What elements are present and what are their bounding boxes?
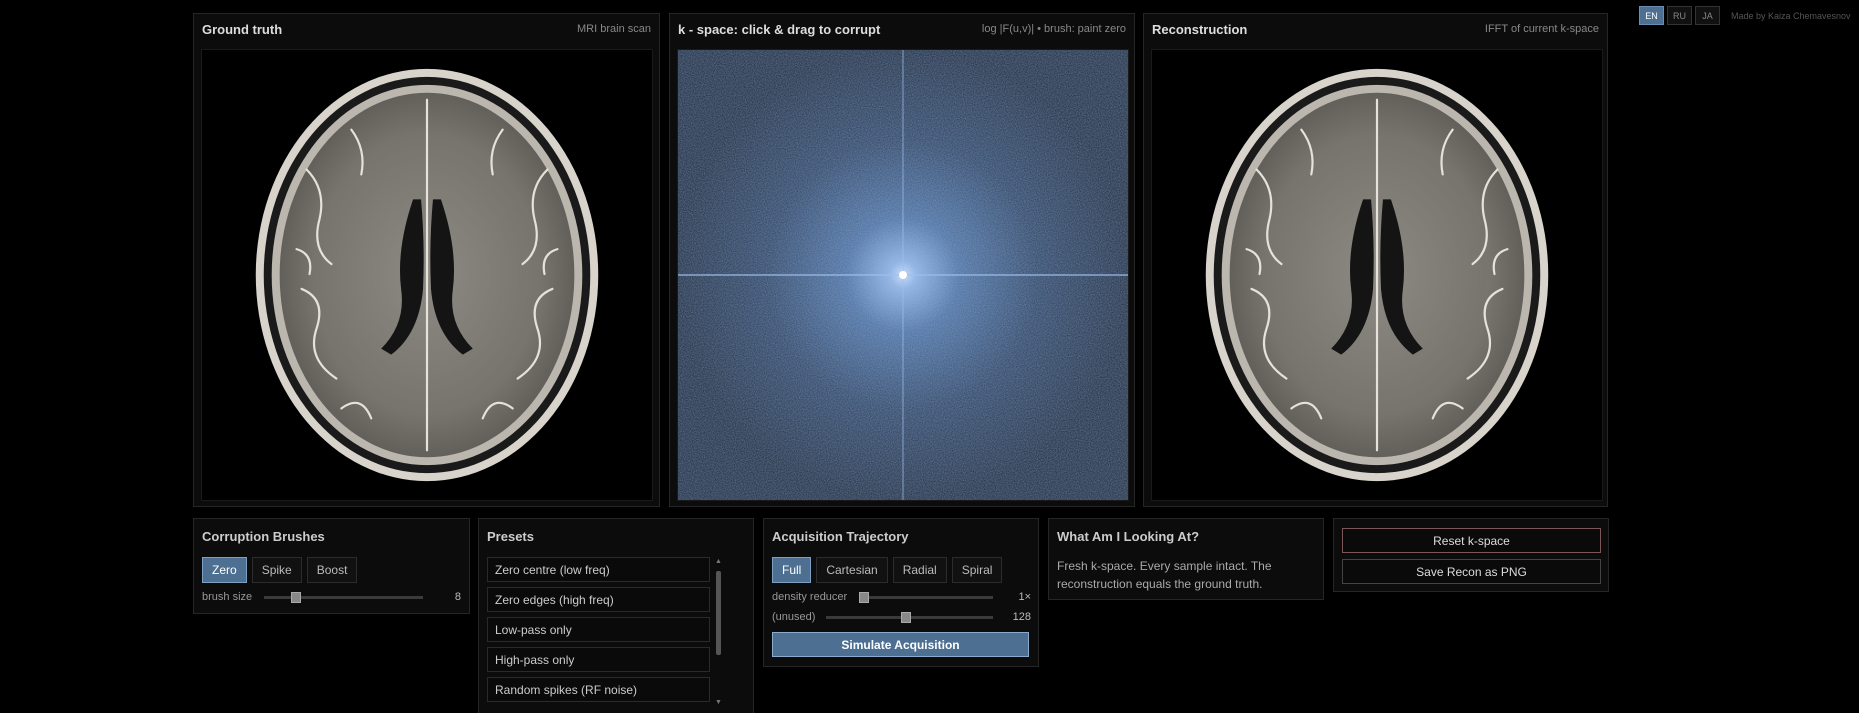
trajectory-cartesian-button[interactable]: Cartesian — [816, 557, 888, 583]
unused-row: (unused) 128 — [772, 611, 1031, 623]
unused-label: (unused) — [772, 611, 816, 623]
ground-truth-subtitle: MRI brain scan — [577, 23, 651, 35]
density-label: density reducer — [772, 591, 848, 603]
info-panel: What Am I Looking At? Fresh k-space. Eve… — [1048, 518, 1324, 600]
brush-size-row: brush size 8 — [202, 591, 461, 603]
brush-boost-button[interactable]: Boost — [306, 557, 358, 583]
kspace-panel: k - space: click & drag to corrupt log |… — [669, 13, 1135, 507]
preset-high-pass[interactable]: High-pass only — [487, 647, 710, 672]
preset-zero-centre[interactable]: Zero centre (low freq) — [487, 557, 710, 582]
reset-kspace-button[interactable]: Reset k-space — [1342, 528, 1601, 553]
kspace-title: k - space: click & drag to corrupt — [678, 21, 881, 37]
lang-ru-button[interactable]: RU — [1667, 6, 1692, 25]
info-title: What Am I Looking At? — [1057, 529, 1200, 544]
brush-size-value: 8 — [454, 591, 461, 603]
ground-truth-title: Ground truth — [202, 21, 283, 37]
reconstruction-subtitle: IFFT of current k-space — [1484, 23, 1599, 35]
density-value: 1× — [1018, 591, 1031, 603]
trajectory-spiral-button[interactable]: Spiral — [951, 557, 1003, 583]
preset-scrollbar[interactable]: ▲ ▼ — [714, 557, 723, 707]
ground-truth-panel: Ground truth MRI brain scan — [193, 13, 660, 507]
scroll-down-arrow-icon[interactable]: ▼ — [714, 698, 723, 707]
language-bar: EN RU JA Made by Kaiza Chemavesnov — [1639, 6, 1851, 25]
acquisition-panel: Acquisition Trajectory Full Cartesian Ra… — [763, 518, 1039, 667]
density-thumb[interactable] — [859, 591, 869, 603]
reconstruction-title: Reconstruction — [1152, 21, 1248, 37]
save-recon-button[interactable]: Save Recon as PNG — [1342, 559, 1601, 584]
lang-ja-button[interactable]: JA — [1695, 6, 1720, 25]
acquisition-title: Acquisition Trajectory — [772, 529, 909, 544]
brush-selector: Zero Spike Boost — [202, 557, 358, 583]
simulate-acquisition-button[interactable]: Simulate Acquisition — [772, 632, 1029, 657]
reconstruction-panel: Reconstruction IFFT of current k-space — [1143, 13, 1608, 507]
kspace-spectrum-image[interactable] — [678, 50, 1128, 500]
info-text: Fresh k-space. Every sample intact. The … — [1057, 559, 1272, 591]
brush-zero-button[interactable]: Zero — [202, 557, 247, 583]
reconstructed-brain-image — [1152, 50, 1602, 500]
density-slider[interactable] — [859, 591, 993, 603]
scroll-up-arrow-icon[interactable]: ▲ — [714, 557, 723, 566]
unused-value: 128 — [1012, 611, 1031, 623]
reconstruction-image — [1151, 49, 1603, 501]
trajectory-full-button[interactable]: Full — [772, 557, 812, 583]
lang-en-button[interactable]: EN — [1639, 6, 1664, 25]
trajectory-selector: Full Cartesian Radial Spiral — [772, 557, 1003, 583]
brain-scan-image — [202, 50, 652, 500]
brush-size-thumb[interactable] — [290, 591, 301, 603]
ground-truth-image — [201, 49, 653, 501]
brush-size-label: brush size — [202, 591, 253, 603]
density-row: density reducer 1× — [772, 591, 1031, 603]
credit-text: Made by Kaiza Chemavesnov — [1731, 10, 1851, 21]
preset-zero-edges[interactable]: Zero edges (high freq) — [487, 587, 710, 612]
preset-random-spikes[interactable]: Random spikes (RF noise) — [487, 677, 710, 702]
unused-slider[interactable] — [826, 611, 993, 623]
presets-panel: Presets Zero centre (low freq) Zero edge… — [478, 518, 754, 713]
actions-panel: Reset k-space Save Recon as PNG — [1333, 518, 1609, 592]
corruption-brushes-panel: Corruption Brushes Zero Spike Boost brus… — [193, 518, 470, 614]
unused-thumb[interactable] — [901, 611, 912, 623]
brush-size-slider[interactable] — [264, 591, 423, 603]
preset-low-pass[interactable]: Low-pass only — [487, 617, 710, 642]
corruption-brushes-title: Corruption Brushes — [202, 529, 325, 544]
preset-list: Zero centre (low freq) Zero edges (high … — [487, 557, 710, 707]
preset-scroll-thumb[interactable] — [716, 571, 721, 655]
kspace-canvas[interactable] — [677, 49, 1129, 501]
brush-spike-button[interactable]: Spike — [251, 557, 302, 583]
trajectory-radial-button[interactable]: Radial — [892, 557, 947, 583]
presets-title: Presets — [487, 529, 534, 544]
kspace-subtitle: log |F(u,v)| • brush: paint zero — [981, 23, 1126, 35]
